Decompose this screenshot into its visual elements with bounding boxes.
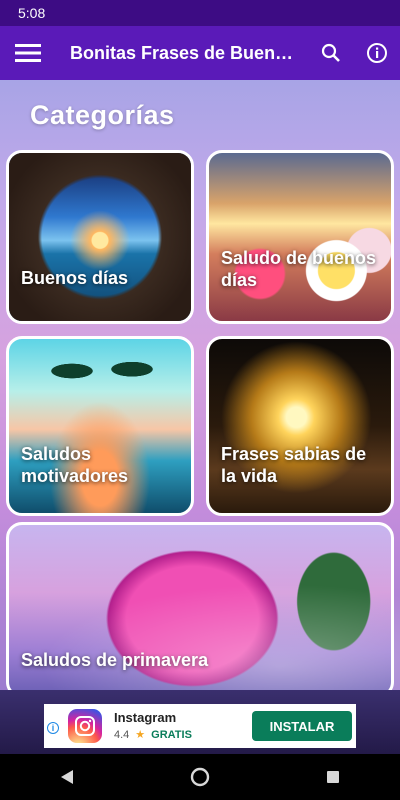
ad-price: GRATIS — [151, 728, 192, 741]
ad-banner[interactable]: i Instagram 4.4 ★ GRATIS INSTALAR — [44, 704, 356, 748]
star-icon: ★ — [135, 729, 146, 741]
status-time: 5:08 — [18, 5, 46, 21]
ad-banner-area: i Instagram 4.4 ★ GRATIS INSTALAR — [0, 690, 400, 754]
hamburger-menu-icon[interactable] — [0, 26, 56, 80]
instagram-logo-icon — [68, 709, 102, 743]
category-card-saludos-motivadores[interactable]: Saludos motivadores — [6, 336, 194, 516]
system-nav-bar — [0, 754, 400, 800]
status-bar: 5:08 — [0, 0, 400, 26]
category-label: Saludo de buenos días — [221, 248, 377, 290]
palm-photo — [27, 353, 177, 443]
category-label: Frases sabias de la vida — [221, 444, 367, 486]
info-icon[interactable] — [354, 26, 400, 80]
category-label: Saludos de primavera — [21, 650, 209, 670]
ad-meta: 4.4 ★ GRATIS — [114, 728, 192, 742]
category-card-saludo-buenos-dias[interactable]: Saludo de buenos días — [206, 150, 394, 324]
category-card-frases-sabias[interactable]: Frases sabias de la vida — [206, 336, 394, 516]
ad-rating: 4.4 — [114, 728, 130, 741]
ad-info-icon[interactable]: i — [47, 722, 59, 734]
category-card-buenos-dias[interactable]: Buenos días — [6, 150, 194, 324]
app-bar: Bonitas Frases de Buen… — [0, 26, 400, 80]
heart-photo — [9, 153, 191, 321]
section-title: Categorías — [30, 100, 175, 130]
recents-square-icon[interactable] — [303, 754, 363, 800]
app-title: Bonitas Frases de Buen… — [70, 42, 294, 63]
back-triangle-icon[interactable] — [37, 754, 97, 800]
home-circle-icon[interactable] — [170, 754, 230, 800]
category-label: Buenos días — [21, 268, 129, 288]
search-icon[interactable] — [308, 26, 354, 80]
category-card-saludos-primavera[interactable]: Saludos de primavera — [6, 522, 394, 690]
install-button[interactable]: INSTALAR — [252, 711, 352, 741]
ad-app-name: Instagram — [114, 710, 177, 725]
categories-screen: Categorías Buenos días Saludo de buenos … — [0, 80, 400, 690]
category-label: Saludos motivadores — [21, 444, 129, 486]
